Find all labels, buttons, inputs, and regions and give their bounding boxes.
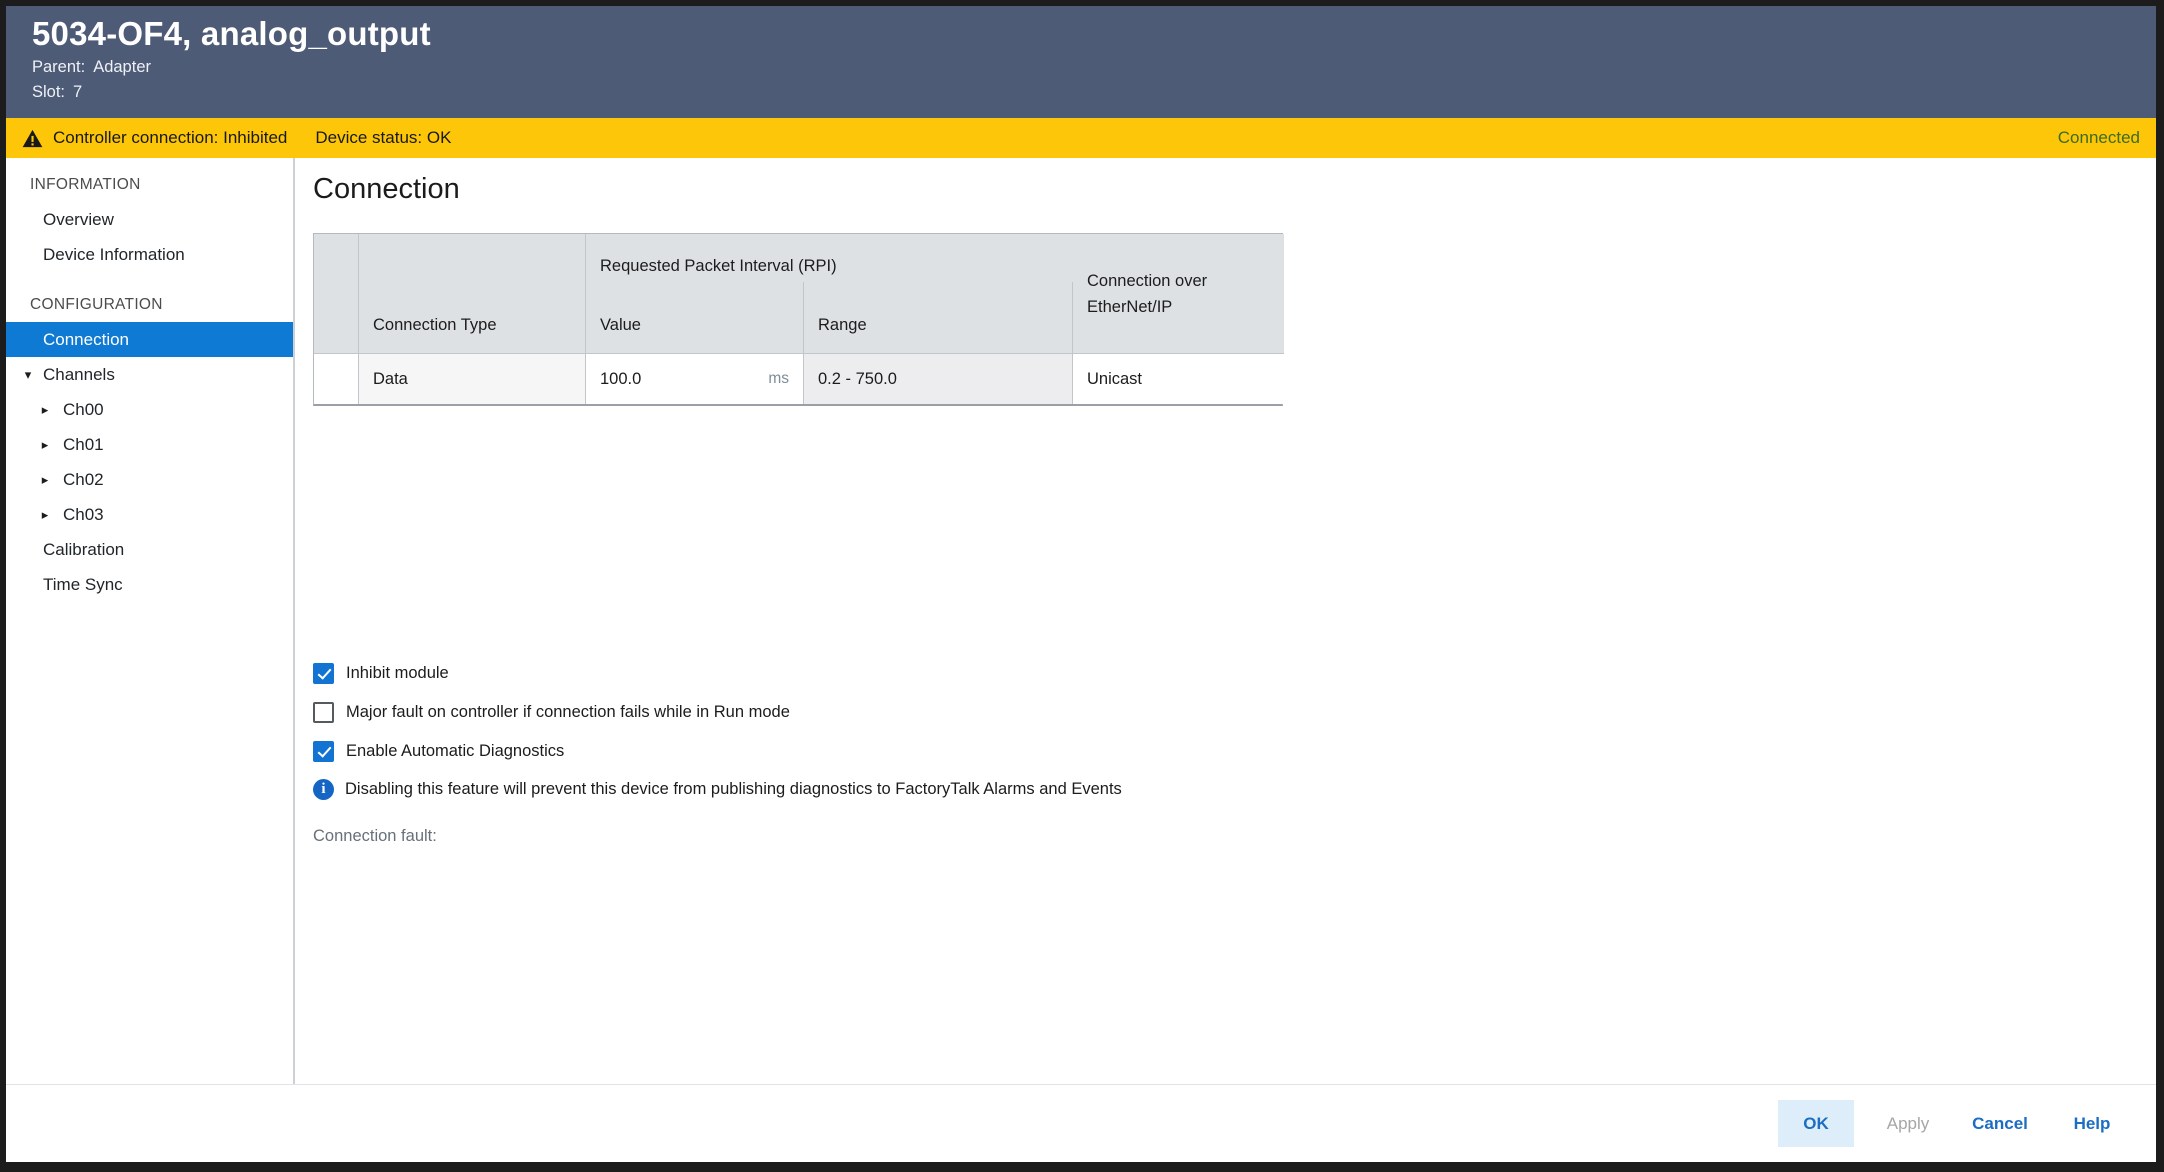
sidebar-item-connection[interactable]: Connection (6, 322, 293, 357)
footer-bar: OK Apply Cancel Help (6, 1084, 2156, 1162)
sidebar-item-label: Overview (43, 210, 114, 230)
status-bar: Controller connection: Inhibited Device … (6, 118, 2156, 158)
sidebar-item-label: Calibration (43, 540, 124, 560)
sidebar-item-ch00[interactable]: ▸ Ch00 (6, 392, 293, 427)
sidebar-item-ch03[interactable]: ▸ Ch03 (6, 497, 293, 532)
sidebar-item-time-sync[interactable]: Time Sync (6, 567, 293, 602)
sidebar-item-calibration[interactable]: Calibration (6, 532, 293, 567)
sidebar-item-label: Device Information (43, 245, 185, 265)
column-group-header-rpi: Requested Packet Interval (RPI) (586, 234, 1073, 282)
help-button[interactable]: Help (2054, 1100, 2130, 1147)
parent-value: Adapter (93, 58, 151, 76)
slot-value: 7 (73, 83, 82, 101)
connection-over-ethernet-ip-cell[interactable]: Unicast (1073, 354, 1284, 404)
major-fault-label: Major fault on controller if connection … (346, 703, 790, 722)
module-properties-window: 5034-OF4, analog_output Parent: Adapter S… (0, 0, 2164, 1172)
connection-table: Connection Type Requested Packet Interva… (313, 233, 1283, 406)
diagnostics-info-row: i Disabling this feature will prevent th… (313, 779, 2156, 800)
window-header: 5034-OF4, analog_output Parent: Adapter S… (6, 6, 2156, 118)
sidebar-item-label: Time Sync (43, 575, 123, 595)
row-selector-header-cell (314, 234, 359, 354)
enable-automatic-diagnostics-checkbox[interactable] (313, 741, 334, 762)
connection-fault-label: Connection fault: (313, 827, 2156, 846)
info-icon: i (313, 779, 334, 800)
section-heading: Connection (313, 173, 2156, 206)
column-header-range: Range (804, 282, 1073, 354)
diagnostics-info-text: Disabling this feature will prevent this… (345, 780, 1122, 799)
enable-automatic-diagnostics-row: Enable Automatic Diagnostics (313, 740, 2156, 762)
column-header-value: Value (586, 282, 804, 354)
sidebar-item-overview[interactable]: Overview (6, 202, 293, 237)
sidebar-section-information: INFORMATION (6, 168, 293, 202)
device-status: Device status: OK (315, 128, 451, 148)
sidebar-item-ch01[interactable]: ▸ Ch01 (6, 427, 293, 462)
sidebar-item-label: Ch03 (63, 505, 104, 525)
chevron-right-icon[interactable]: ▸ (38, 507, 52, 523)
inhibit-module-row: Inhibit module (313, 662, 2156, 684)
connection-type-cell: Data (359, 354, 586, 404)
main-content: Connection Connection Type Requested Pac… (295, 158, 2156, 1084)
ok-button[interactable]: OK (1778, 1100, 1854, 1147)
inhibit-module-label: Inhibit module (346, 664, 449, 683)
rpi-range-cell: 0.2 - 750.0 (804, 354, 1073, 404)
chevron-down-icon[interactable]: ▾ (21, 367, 35, 383)
major-fault-checkbox[interactable] (313, 702, 334, 723)
sidebar-section-configuration: CONFIGURATION (6, 288, 293, 322)
major-fault-row: Major fault on controller if connection … (313, 701, 2156, 723)
sidebar: INFORMATION Overview Device Information … (6, 158, 295, 1084)
sidebar-item-label: Ch01 (63, 435, 104, 455)
chevron-right-icon[interactable]: ▸ (38, 402, 52, 418)
apply-button[interactable]: Apply (1870, 1100, 1946, 1147)
sidebar-item-channels[interactable]: ▾ Channels (6, 357, 293, 392)
page-title: 5034-OF4, analog_output (32, 15, 2156, 53)
cancel-button[interactable]: Cancel (1962, 1100, 2038, 1147)
sidebar-item-label: Ch02 (63, 470, 104, 490)
parent-row: Parent: Adapter (32, 57, 2156, 78)
controller-connection-status: Controller connection: Inhibited (53, 128, 287, 148)
slot-label: Slot: (32, 83, 65, 101)
sidebar-item-label: Channels (43, 365, 115, 385)
enable-automatic-diagnostics-label: Enable Automatic Diagnostics (346, 742, 564, 761)
rpi-value: 100.0 (600, 370, 641, 389)
sidebar-item-ch02[interactable]: ▸ Ch02 (6, 462, 293, 497)
column-header-connection-over-ethernet-ip: Connection over EtherNet/IP (1073, 234, 1284, 354)
chevron-right-icon[interactable]: ▸ (38, 472, 52, 488)
sidebar-item-label: Ch00 (63, 400, 104, 420)
rpi-value-input[interactable]: 100.0 ms (586, 354, 804, 404)
parent-label: Parent: (32, 58, 85, 76)
inhibit-module-checkbox[interactable] (313, 663, 334, 684)
sidebar-item-label: Connection (43, 330, 129, 350)
sidebar-spacer (6, 272, 293, 288)
warning-icon (22, 129, 43, 148)
sidebar-item-device-information[interactable]: Device Information (6, 237, 293, 272)
checkbox-group: Inhibit module Major fault on controller… (313, 662, 2156, 762)
rpi-unit: ms (768, 370, 789, 388)
chevron-right-icon[interactable]: ▸ (38, 437, 52, 453)
connection-state-badge: Connected (2058, 128, 2140, 148)
window-body: INFORMATION Overview Device Information … (6, 158, 2156, 1084)
slot-row: Slot: 7 (32, 82, 2156, 103)
row-selector-cell[interactable] (314, 354, 359, 404)
column-header-connection-type: Connection Type (359, 234, 586, 354)
